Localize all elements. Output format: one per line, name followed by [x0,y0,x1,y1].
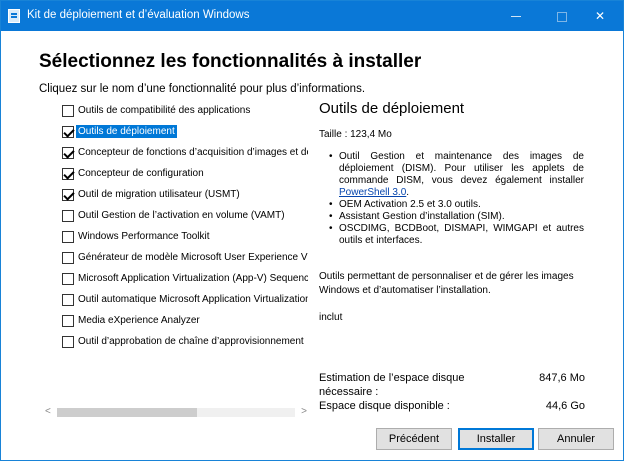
feature-item[interactable]: Microsoft Application Virtualization (Ap… [58,269,308,289]
details-bullet: Assistant Gestion d’installation (SIM). [329,211,584,223]
disk-space-summary: Estimation de l’espace disque nécessaire… [319,371,585,413]
bullet-text-end: . [406,187,410,198]
feature-label[interactable]: Outil de migration utilisateur (USMT) [76,188,242,201]
horizontal-scrollbar[interactable]: < > [45,404,307,418]
available-space-value: 44,6 Go [545,400,585,412]
feature-item[interactable]: Concepteur de fonctions d’acquisition d’… [58,143,308,163]
feature-checkbox[interactable] [62,336,74,348]
feature-checkbox[interactable] [62,210,74,222]
feature-item[interactable]: Outil Gestion de l’activation en volume … [58,206,308,226]
minimize-button[interactable] [493,1,539,31]
feature-checkbox[interactable] [62,252,74,264]
scroll-thumb[interactable] [57,408,197,417]
feature-list: Outils de compatibilité des applications… [58,101,308,401]
feature-label[interactable]: Outil Gestion de l’activation en volume … [76,209,287,222]
feature-item[interactable]: Outil d’approbation de chaîne d’approvis… [58,332,308,352]
bullet-text: Outil Gestion et maintenance des images … [339,151,584,186]
details-status: inclut [319,312,343,323]
previous-button[interactable]: Précédent [376,428,452,450]
close-button[interactable]: ✕ [577,1,623,31]
feature-item[interactable]: Outils de déploiement [58,122,308,142]
feature-label[interactable]: Outil automatique Microsoft Application … [76,293,308,306]
feature-checkbox[interactable] [62,189,74,201]
feature-item[interactable]: Concepteur de configuration [58,164,308,184]
feature-label[interactable]: Générateur de modèle Microsoft User Expe… [76,251,308,264]
feature-checkbox[interactable] [62,168,74,180]
feature-item[interactable]: Outil de migration utilisateur (USMT) [58,185,308,205]
feature-item[interactable]: Outil automatique Microsoft Application … [58,290,308,310]
feature-label[interactable]: Microsoft Application Virtualization (Ap… [76,272,308,285]
details-size: Taille : 123,4 Mo [319,129,392,140]
feature-checkbox[interactable] [62,105,74,117]
details-bullet: Outil Gestion et maintenance des images … [329,151,584,199]
feature-item[interactable]: Windows Performance Toolkit [58,227,308,247]
feature-label[interactable]: Media eXperience Analyzer [76,314,202,327]
feature-checkbox[interactable] [62,231,74,243]
details-title: Outils de déploiement [319,100,465,117]
feature-checkbox[interactable] [62,126,74,138]
feature-checkbox[interactable] [62,294,74,306]
scroll-left-icon[interactable]: < [45,406,51,417]
installer-window: Kit de déploiement et d’évaluation Windo… [0,0,624,461]
install-button[interactable]: Installer [458,428,534,450]
maximize-icon [557,11,567,22]
available-space-label: Espace disque disponible : [319,400,450,412]
feature-item[interactable]: Media eXperience Analyzer [58,311,308,331]
scroll-right-icon[interactable]: > [301,406,307,417]
feature-label[interactable]: Outil d’approbation de chaîne d’approvis… [76,335,306,348]
page-subtitle: Cliquez sur le nom d’une fonctionnalité … [39,83,366,95]
minimize-icon [511,16,521,18]
feature-label[interactable]: Windows Performance Toolkit [76,230,212,243]
details-bullets: Outil Gestion et maintenance des images … [329,151,584,247]
feature-details: Outils de déploiement Taille : 123,4 Mo … [319,100,585,323]
feature-label[interactable]: Concepteur de configuration [76,167,206,180]
feature-item[interactable]: Outils de compatibilité des applications [58,101,308,121]
available-space-row: Espace disque disponible : 44,6 Go [319,399,585,413]
details-description: Outils permettant de personnaliser et de… [319,271,574,296]
feature-item[interactable]: Générateur de modèle Microsoft User Expe… [58,248,308,268]
window-title: Kit de déploiement et d’évaluation Windo… [27,9,250,21]
cancel-button[interactable]: Annuler [538,428,614,450]
feature-label[interactable]: Outils de déploiement [76,125,177,138]
powershell-link[interactable]: PowerShell 3.0 [339,187,406,198]
required-space-label: Estimation de l’espace disque nécessaire… [319,372,465,398]
feature-checkbox[interactable] [62,315,74,327]
feature-label[interactable]: Concepteur de fonctions d’acquisition d’… [76,146,308,159]
required-space-row: Estimation de l’espace disque nécessaire… [319,371,585,399]
required-space-value: 847,6 Mo [539,372,585,384]
title-bar[interactable]: Kit de déploiement et d’évaluation Windo… [1,1,623,31]
page-title: Sélectionnez les fonctionnalités à insta… [39,51,422,72]
feature-label[interactable]: Outils de compatibilité des applications [76,104,252,117]
details-bullet: OSCDIMG, BCDBoot, DISMAPI, WIMGAPI et au… [329,223,584,247]
feature-checkbox[interactable] [62,273,74,285]
details-bullet: OEM Activation 2.5 et 3.0 outils. [329,199,584,211]
app-icon [8,9,20,23]
feature-checkbox[interactable] [62,147,74,159]
